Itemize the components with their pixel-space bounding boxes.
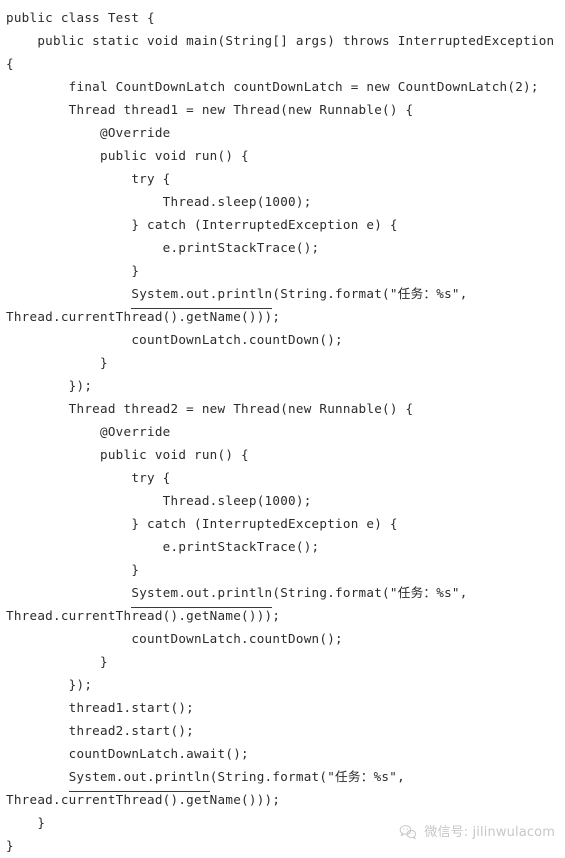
watermark: 微信号: jilinwulacom bbox=[398, 822, 555, 842]
code-line: public void run() { bbox=[6, 447, 249, 462]
code-line: countDownLatch.countDown(); bbox=[6, 332, 343, 347]
code-line: Thread.sleep(1000); bbox=[6, 493, 312, 508]
code-line: }); bbox=[6, 378, 93, 393]
code-block: public class Test { public static void m… bbox=[0, 0, 565, 857]
code-line: @Override bbox=[6, 125, 171, 140]
code-line: } bbox=[6, 654, 108, 669]
spellcheck-underlined-token: System.out.println bbox=[131, 581, 273, 608]
code-line: } bbox=[6, 355, 108, 370]
code-line: System.out.println(String.format("任务：%s"… bbox=[0, 581, 565, 608]
code-line: }); bbox=[6, 677, 93, 692]
code-line: e.printStackTrace(); bbox=[6, 539, 320, 554]
spellcheck-underlined-token: System.out.println bbox=[68, 765, 210, 792]
code-line: System.out.println(String.format("任务：%s"… bbox=[0, 282, 565, 309]
code-line: @Override bbox=[6, 424, 171, 439]
code-line: countDownLatch.await(); bbox=[6, 746, 249, 761]
code-line: Thread thread1 = new Thread(new Runnable… bbox=[6, 102, 414, 117]
code-line: } bbox=[6, 562, 140, 577]
code-line: } catch (InterruptedException e) { bbox=[6, 516, 398, 531]
code-line: { bbox=[6, 56, 14, 71]
code-line: thread1.start(); bbox=[6, 700, 195, 715]
code-line: public static void main(String[] args) t… bbox=[6, 33, 555, 48]
wechat-icon bbox=[400, 825, 417, 840]
code-line: e.printStackTrace(); bbox=[6, 240, 320, 255]
code-line: } bbox=[6, 263, 140, 278]
code-line: public void run() { bbox=[6, 148, 249, 163]
watermark-text: 微信号: jilinwulacom bbox=[424, 824, 555, 840]
code-line: countDownLatch.countDown(); bbox=[6, 631, 343, 646]
code-line: Thread.sleep(1000); bbox=[6, 194, 312, 209]
code-line: Thread.currentThread().getName())); bbox=[6, 309, 281, 324]
code-line: try { bbox=[6, 470, 171, 485]
code-line: } catch (InterruptedException e) { bbox=[6, 217, 398, 232]
code-line: public class Test { bbox=[6, 10, 155, 25]
code-line: try { bbox=[6, 171, 171, 186]
code-line: Thread thread2 = new Thread(new Runnable… bbox=[6, 401, 414, 416]
code-line: thread2.start(); bbox=[6, 723, 195, 738]
code-line: Thread.currentThread().getName())); bbox=[6, 608, 281, 623]
spellcheck-underlined-token: System.out.println bbox=[131, 282, 273, 309]
code-line: final CountDownLatch countDownLatch = ne… bbox=[6, 79, 539, 94]
code-line: System.out.println(String.format("任务：%s"… bbox=[0, 765, 565, 792]
